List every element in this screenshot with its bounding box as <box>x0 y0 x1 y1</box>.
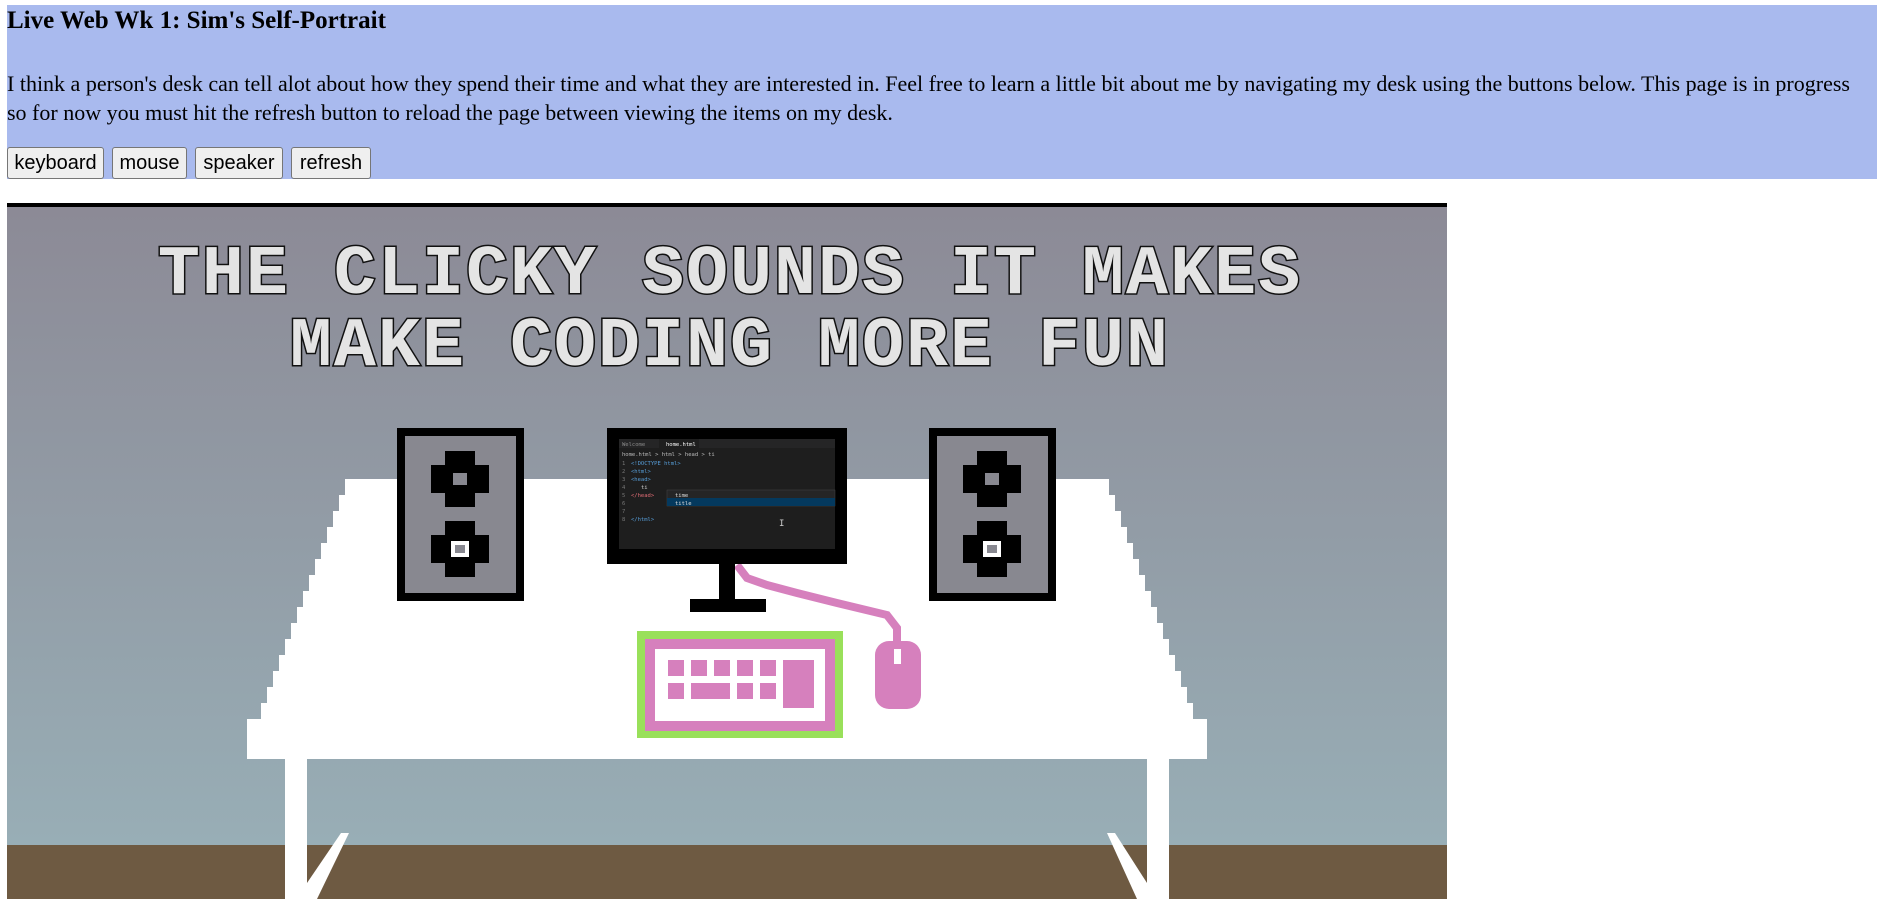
mouse <box>875 641 921 709</box>
svg-text:<html>: <html> <box>631 469 652 475</box>
autocomplete-popup: time title <box>666 489 836 507</box>
desk-illustration: THE CLICKY SOUNDS IT MAKES MAKE CODING M… <box>7 203 1447 899</box>
page-header: Live Web Wk 1: Sim's Self-Portrait I thi… <box>7 5 1877 179</box>
page-title: Live Web Wk 1: Sim's Self-Portrait <box>7 7 386 34</box>
svg-text:3: 3 <box>622 477 625 483</box>
monitor-base <box>690 599 766 612</box>
svg-text:time: time <box>675 493 688 499</box>
svg-text:</html>: </html> <box>631 517 655 523</box>
desk-portrait: THE CLICKY SOUNDS IT MAKES MAKE CODING M… <box>7 203 1447 899</box>
monitor-neck <box>719 564 735 604</box>
editor-breadcrumb: home.html > html > head > ti <box>622 452 715 458</box>
svg-text:5: 5 <box>622 493 625 499</box>
svg-text:1: 1 <box>622 461 625 467</box>
keyboard-button[interactable]: keyboard <box>7 147 104 179</box>
svg-text:title: title <box>675 501 692 507</box>
caption-line-1: THE CLICKY SOUNDS IT MAKES <box>158 236 1302 315</box>
speaker-left <box>397 428 524 601</box>
svg-text:ti: ti <box>641 485 648 491</box>
svg-text:2: 2 <box>622 469 625 475</box>
mouse-button[interactable]: mouse <box>112 147 187 179</box>
keyboard <box>637 631 843 738</box>
svg-text:6: 6 <box>622 501 625 507</box>
floor <box>7 845 1447 899</box>
svg-text:</head>: </head> <box>631 493 655 499</box>
svg-text:<head>: <head> <box>631 477 652 483</box>
page-intro: I think a person's desk can tell alot ab… <box>7 71 1850 125</box>
desk-leg-right <box>1147 759 1169 899</box>
portrait-top-border <box>7 203 1447 207</box>
svg-text:8: 8 <box>622 517 625 523</box>
desk-leg-left <box>285 759 307 899</box>
caption-line-2: MAKE CODING MORE FUN <box>290 308 1170 387</box>
editor-tab-home: home.html <box>666 442 696 448</box>
speaker-right <box>929 428 1056 601</box>
text-cursor-icon: I <box>779 519 784 529</box>
speaker-button[interactable]: speaker <box>195 147 283 179</box>
svg-text:<!DOCTYPE html>: <!DOCTYPE html> <box>631 461 681 467</box>
svg-text:7: 7 <box>622 509 625 515</box>
editor-tab-welcome: Welcome <box>622 442 645 448</box>
refresh-button[interactable]: refresh <box>291 147 371 179</box>
